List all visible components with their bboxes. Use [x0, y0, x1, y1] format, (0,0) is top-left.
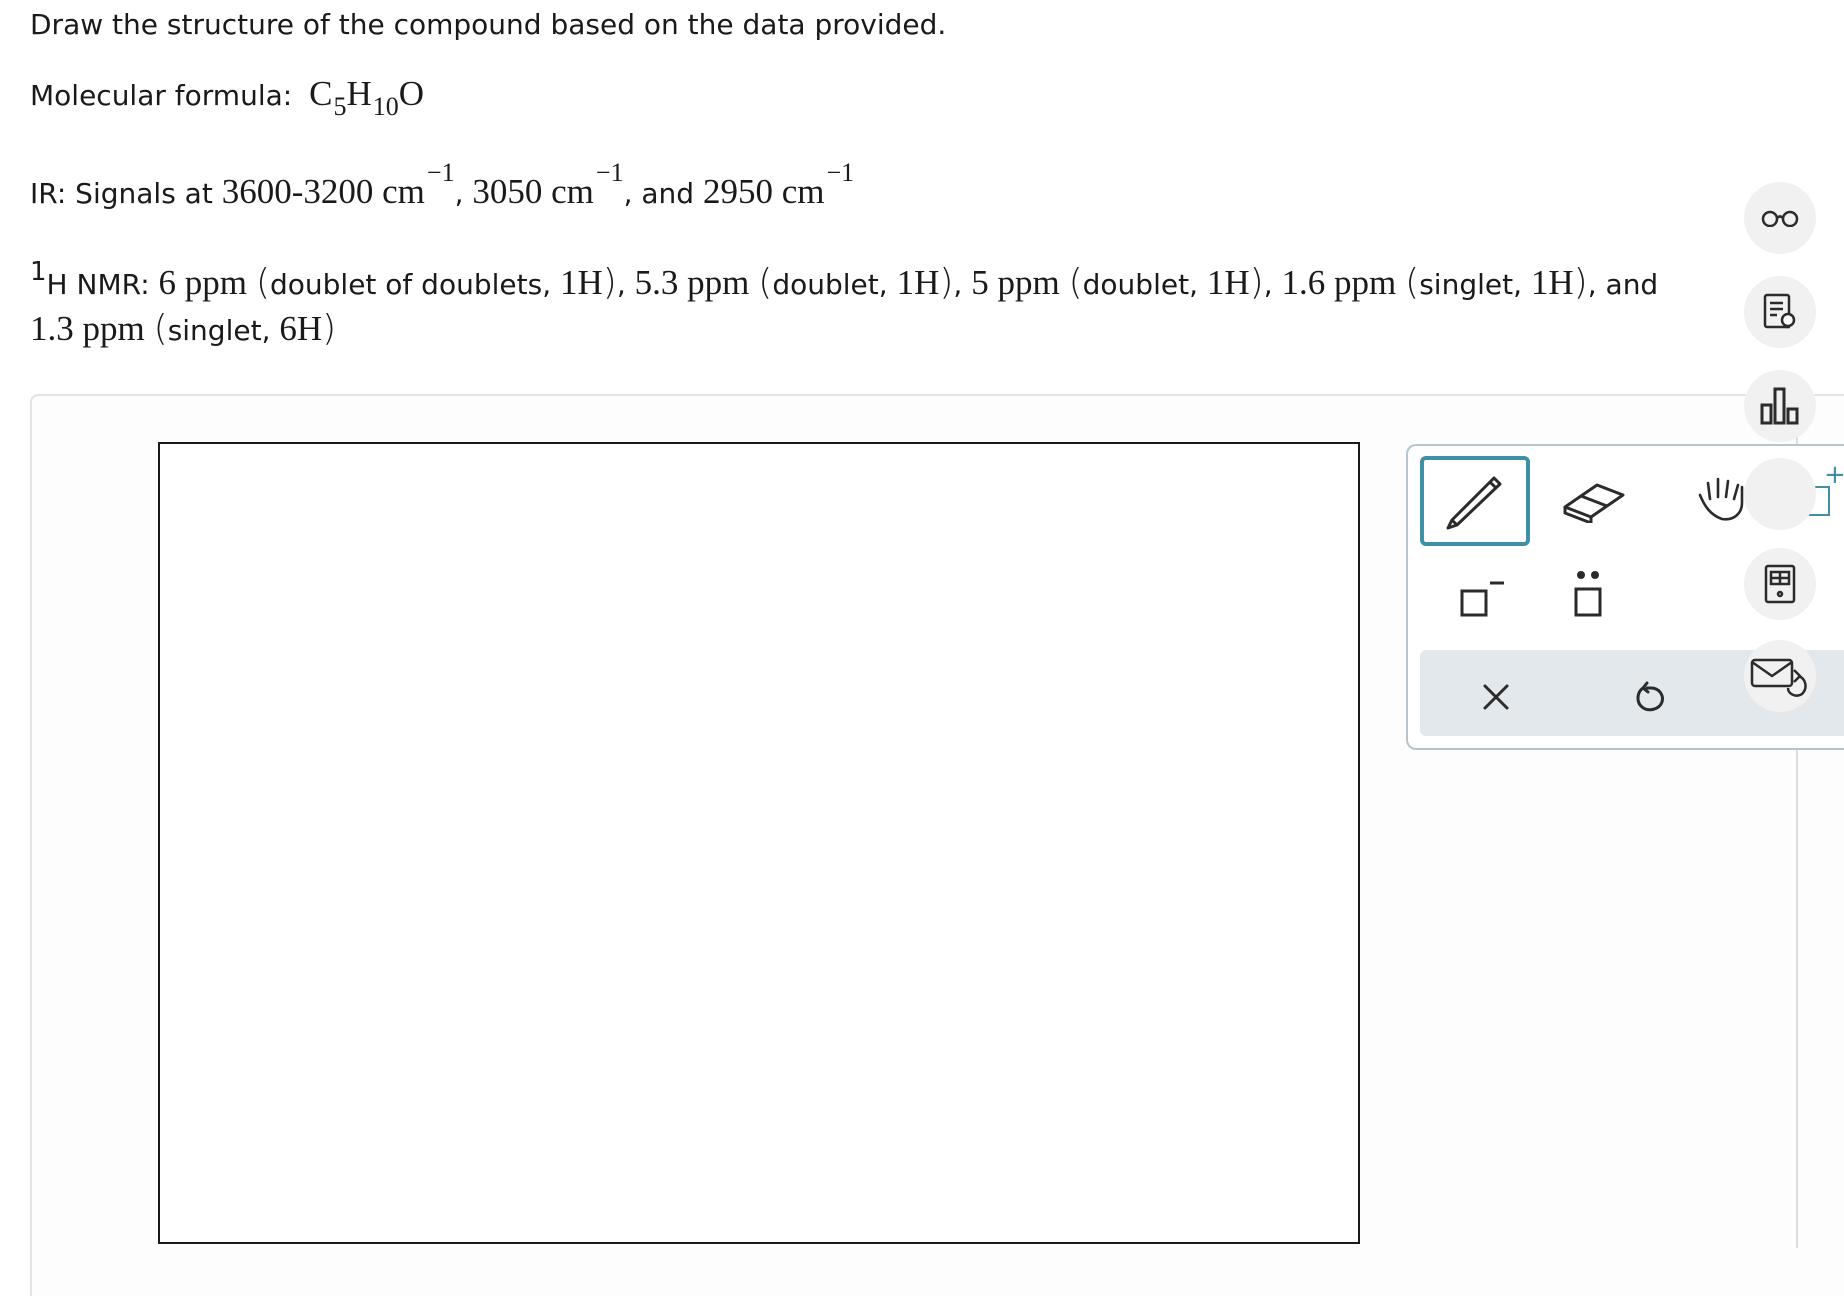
data-button[interactable] [1744, 370, 1816, 442]
pencil-icon [1440, 470, 1510, 532]
hint-icon [1761, 292, 1799, 332]
view-button[interactable] [1744, 182, 1816, 254]
charge-icon [1450, 567, 1506, 623]
instruction: Draw the structure of the compound based… [30, 8, 947, 41]
ir-signal-2: 3050 cm−1 [472, 158, 624, 211]
nmr-data-row-2: 1.3 ppm (singlet, 6H) [30, 308, 337, 349]
eraser-tool-button[interactable] [1548, 460, 1640, 540]
lone-pair-tool-button[interactable] [1548, 560, 1628, 630]
ir-signal-3: 2950 cm−1 [702, 158, 855, 211]
calculator-button[interactable] [1744, 548, 1816, 620]
nmr-data-row-1: 1H NMR: 6 ppm (doublet of doublets, 1H),… [30, 257, 1659, 303]
formula-label: Molecular formula: [30, 79, 293, 112]
hint-button[interactable] [1744, 276, 1816, 348]
send-icon [1750, 654, 1810, 698]
drawing-canvas[interactable] [158, 442, 1360, 1244]
calculator-icon [1763, 563, 1797, 605]
nmr-label: H NMR: [46, 268, 150, 301]
ir-data-row: IR: Signals at 3600-3200 cm−1, 3050 cm−1… [30, 158, 855, 211]
molecular-formula: C5H10O [309, 74, 425, 121]
lone-pair-icon [1568, 567, 1608, 623]
charge-tool-button[interactable] [1438, 560, 1518, 630]
glasses-icon [1761, 209, 1799, 227]
undo-icon [1633, 680, 1667, 714]
pencil-tool-button[interactable] [1420, 456, 1530, 546]
bar-chart-icon [1758, 385, 1802, 427]
periodic-table-side-button[interactable] [1744, 458, 1816, 530]
send-button[interactable] [1744, 640, 1816, 712]
ir-label: IR: Signals at [30, 177, 213, 210]
ir-signal-1: 3600-3200 cm−1 [221, 158, 455, 211]
clear-icon [1481, 682, 1511, 712]
clear-button[interactable] [1456, 662, 1536, 732]
eraser-icon [1561, 477, 1627, 523]
undo-button[interactable] [1610, 662, 1690, 732]
hand-icon [1694, 475, 1746, 525]
nmr-nucleus-superscript: 1 [30, 257, 47, 287]
molecular-formula-row: Molecular formula: C5H10O [30, 74, 425, 121]
